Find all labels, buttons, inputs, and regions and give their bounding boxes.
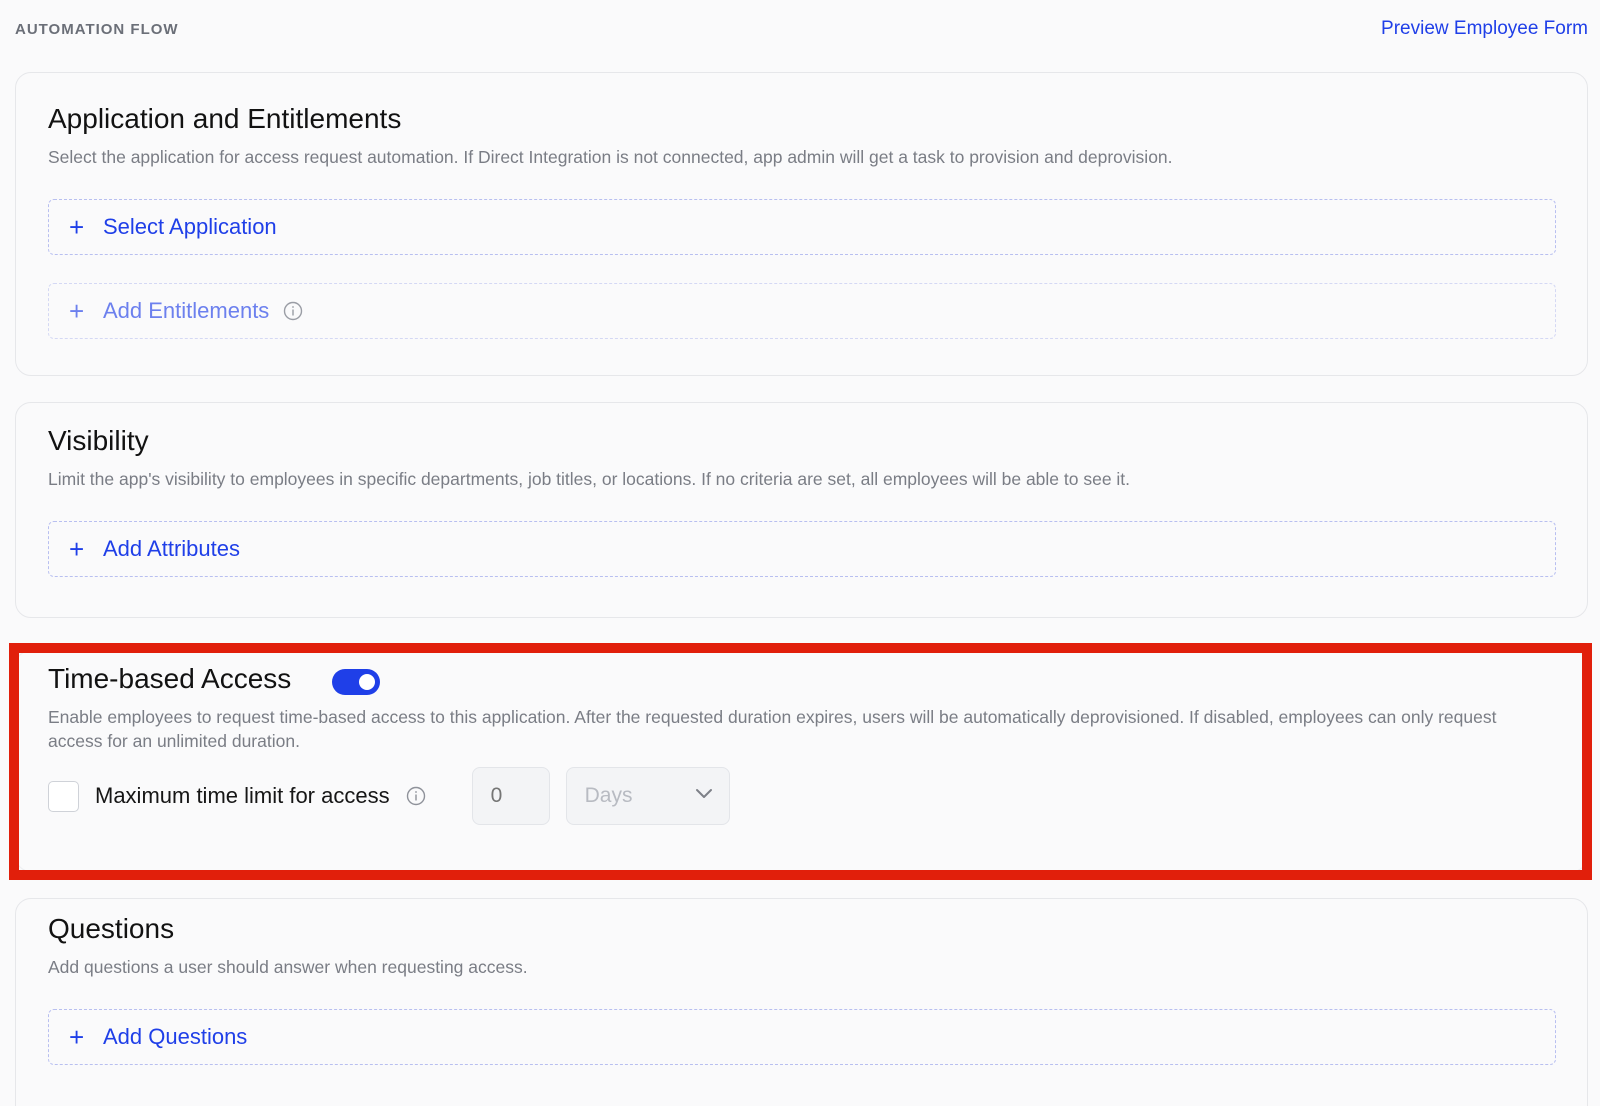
card-title: Questions [48,913,175,944]
card-title: Visibility [48,425,149,456]
application-entitlements-card: Application and Entitlements Select the … [15,72,1588,376]
page: AUTOMATION FLOW Preview Employee Form Ap… [0,0,1600,1106]
plus-icon: + [69,534,85,564]
add-questions-button[interactable]: + Add Questions [48,1009,1556,1065]
card-description: Limit the app's visibility to employees … [48,469,1131,489]
card-title: Application and Entitlements [48,103,402,134]
preview-employee-form-link[interactable]: Preview Employee Form [1381,18,1588,40]
select-application-label: Select Application [103,214,277,239]
add-attributes-button[interactable]: + Add Attributes [48,521,1556,577]
top-bar: AUTOMATION FLOW Preview Employee Form [15,18,1588,40]
time-based-access-card: Time-based Access Enable employees to re… [15,650,1588,872]
toggle-knob [359,674,375,690]
info-icon[interactable] [283,301,303,321]
card-description: Add questions a user should answer when … [48,957,528,977]
max-time-limit-checkbox[interactable] [48,780,79,812]
time-limit-value-input[interactable] [471,767,550,825]
plus-icon: + [69,1022,85,1052]
chevron-down-icon [695,787,713,805]
add-entitlements-button[interactable]: + Add Entitlements [48,283,1556,339]
select-application-button[interactable]: + Select Application [48,199,1556,255]
info-icon[interactable] [406,786,426,806]
time-unit-value: Days [584,784,633,807]
section-label: AUTOMATION FLOW [15,20,179,38]
card-title: Time-based Access [48,663,292,694]
card-description: Select the application for access reques… [48,147,1173,167]
max-time-limit-label: Maximum time limit for access [95,783,390,808]
visibility-card: Visibility Limit the app's visibility to… [15,402,1588,618]
time-unit-select[interactable]: Days [565,767,730,825]
plus-icon: + [69,296,85,326]
card-description: Enable employees to request time-based a… [48,707,1497,751]
add-questions-label: Add Questions [103,1024,248,1049]
plus-icon: + [69,212,85,242]
time-limit-row: Maximum time limit for access Days [48,767,730,825]
time-based-access-toggle[interactable] [332,669,380,695]
add-attributes-label: Add Attributes [103,536,240,561]
add-entitlements-label: Add Entitlements [103,298,270,323]
questions-card: Questions Add questions a user should an… [15,898,1588,1106]
